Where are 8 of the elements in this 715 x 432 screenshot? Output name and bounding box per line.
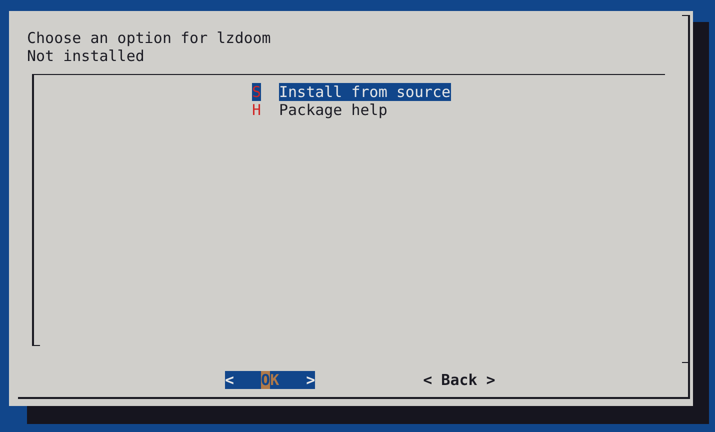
menu-item[interactable]: Install from source <box>279 83 451 101</box>
menu-hotkey: S <box>252 83 261 101</box>
menu-item[interactable]: Package help <box>279 101 388 119</box>
menu-hotkey: H <box>252 101 261 119</box>
dialog-subtitle: Not installed <box>27 47 144 65</box>
dialog-title: Choose an option for lzdoom <box>27 29 271 47</box>
dialog-button[interactable]: < Back > <box>423 371 496 389</box>
dialog-button[interactable]: < OK > <box>225 371 316 389</box>
